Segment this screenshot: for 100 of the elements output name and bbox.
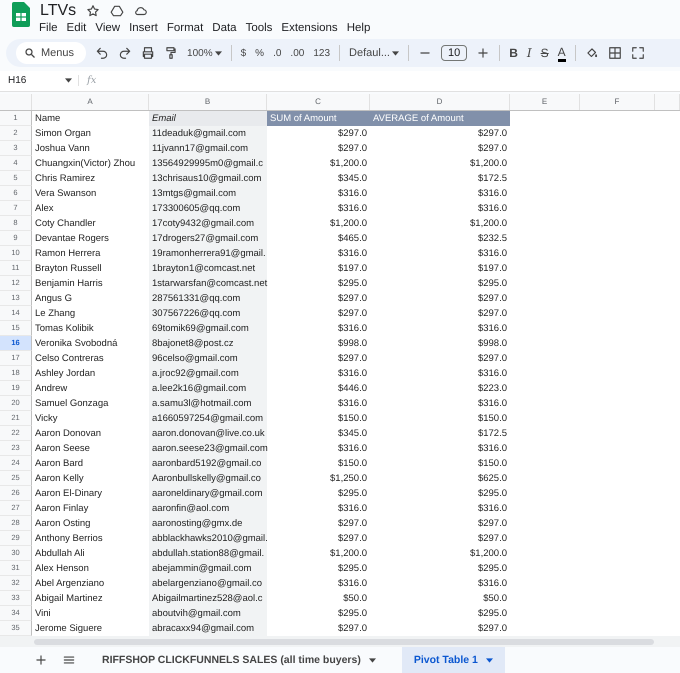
italic-button[interactable]: I — [526, 46, 532, 60]
table-cell-text: Le Zhang — [34, 306, 76, 321]
table-cell-text: $316.0 — [476, 576, 508, 591]
table-cell-text: Vini — [34, 606, 52, 621]
sheet-tab[interactable]: RIFFSHOP CLICKFUNNELS SALES (all time buyers) — [90, 647, 388, 673]
table-cell-text: $316.0 — [336, 246, 368, 261]
table-cell: 69tomik69@gmail.com — [149, 320, 267, 336]
table-cell-text: Angus G — [34, 292, 73, 306]
currency-format-button[interactable]: $ — [240, 48, 246, 59]
table-cell-text: $150.0 — [476, 456, 508, 471]
table-cell-text: $316.0 — [336, 502, 368, 516]
table-cell-text: $316.0 — [476, 186, 508, 201]
table-cell-text: $316.0 — [336, 202, 368, 216]
column-header[interactable]: E — [510, 94, 580, 110]
table-cell-text: Aaron Donovan — [34, 426, 102, 441]
table-cell-text: Aaron Osting — [34, 516, 92, 531]
document-title[interactable]: LTVs — [40, 2, 76, 20]
table-cell-text: $1,250.0 — [329, 472, 368, 486]
table-cell-text: Aaron Kelly — [34, 472, 85, 486]
table-cell-text: Ashley Jordan — [34, 366, 96, 381]
table-cell-text: $295.0 — [476, 562, 508, 576]
table-cell-text: Aaron Bard — [34, 456, 84, 471]
cell-reference[interactable]: H16 — [8, 75, 26, 86]
table-cell-text: Tomas Kolibik — [34, 322, 95, 336]
table-cell-text: $50.0 — [482, 592, 508, 606]
table-cell-text: $1,200.0 — [469, 156, 508, 171]
table-cell-text: $297.0 — [336, 306, 368, 321]
table-cell-text: $1,200.0 — [469, 216, 508, 231]
table-cell-text: $316.0 — [336, 366, 368, 381]
table-cell-text: $316.0 — [476, 396, 508, 411]
table-cell-text: $998.0 — [336, 336, 368, 351]
menu-item[interactable]: Format — [166, 22, 204, 34]
table-cell-text: $316.0 — [336, 396, 368, 411]
zoom-dropdown[interactable]: 100% — [187, 48, 222, 59]
table-cell: 13mtgs@gmail.com — [149, 186, 267, 201]
column-header[interactable]: F — [580, 94, 655, 110]
menu-item[interactable]: Help — [346, 22, 370, 34]
table-cell: 11jvann17@gmail.com — [149, 140, 267, 156]
decrease-decimal-button[interactable]: .0 — [273, 48, 282, 59]
column-header[interactable]: D — [370, 94, 510, 110]
column-header[interactable]: B — [149, 94, 267, 110]
increase-decimal-button[interactable]: .00 — [290, 48, 304, 59]
menu-item[interactable]: View — [95, 22, 120, 34]
table-cell: Aaronbullskelly@gmail.co — [149, 470, 267, 486]
table-cell-text: Andrew — [34, 382, 68, 396]
table-cell-text: $345.0 — [336, 426, 368, 441]
table-cell-text: Abigail Martinez — [34, 592, 104, 606]
menu-item[interactable]: Tools — [246, 22, 272, 34]
number-format-button[interactable]: 123 — [313, 48, 330, 59]
table-cell-text: Celso Contreras — [34, 352, 105, 366]
table-cell-text: Aaron Finlay — [34, 502, 90, 516]
table-cell-text: $297.0 — [476, 142, 508, 156]
table-cell-text: Brayton Russell — [34, 262, 103, 276]
table-cell-text: $297.0 — [336, 292, 368, 306]
sheet-tab[interactable]: Pivot Table 1 — [402, 647, 505, 673]
table-cell-text: $316.0 — [336, 576, 368, 591]
text-color-button[interactable]: A — [558, 44, 566, 62]
header-cell: AVERAGE of Amount — [370, 110, 510, 126]
percent-format-button[interactable]: % — [255, 48, 264, 59]
table-cell-text: Alex — [34, 202, 54, 216]
menu-item[interactable]: Insert — [129, 22, 158, 34]
table-cell-text: $295.0 — [336, 276, 368, 291]
table-cell-text: $1,200.0 — [329, 546, 368, 561]
menu-item[interactable]: Data — [212, 22, 237, 34]
table-cell-text: Samuel Gonzaga — [34, 396, 110, 411]
table-cell-text: Aaron El-Dinary — [34, 486, 104, 501]
font-size-field[interactable]: 10 — [440, 45, 468, 62]
table-cell-text: $197.0 — [336, 262, 368, 276]
menus-search[interactable]: Menus — [16, 42, 86, 64]
table-cell-text: Alex Henson — [34, 562, 90, 576]
table-cell-text: $297.0 — [476, 292, 508, 306]
table-cell: a1660597254@gmail.com — [149, 410, 267, 426]
bold-button[interactable]: B — [509, 46, 518, 60]
menu-item[interactable]: Extensions — [281, 22, 338, 34]
table-cell-text: Joshua Vann — [34, 142, 91, 156]
table-cell: abelargenziano@gmail.co — [149, 576, 267, 591]
font-dropdown[interactable]: Defaul... — [349, 47, 399, 60]
table-cell-text: Coty Chandler — [34, 216, 97, 231]
strikethrough-button[interactable]: S — [540, 46, 549, 60]
header-cell: Email — [149, 110, 267, 126]
header-cell: SUM of Amount — [267, 110, 370, 126]
menu-item[interactable]: Edit — [66, 22, 86, 34]
table-cell: abracaxx94@gmail.com — [149, 620, 267, 636]
column-header[interactable]: C — [267, 94, 370, 110]
table-cell-text: Devantae Rogers — [34, 232, 110, 246]
menu-item[interactable]: File — [39, 22, 58, 34]
table-cell-text: Abdullah Ali — [34, 546, 86, 561]
table-cell: aboutvih@gmail.com — [149, 606, 267, 621]
column-header[interactable]: A — [32, 94, 149, 110]
table-cell-text: $150.0 — [336, 456, 368, 471]
table-cell-text: $50.0 — [342, 592, 368, 606]
table-cell: 1starwarsfan@comcast.net — [149, 276, 267, 291]
table-cell-text: $316.0 — [336, 186, 368, 201]
table-cell: 287561331@qq.com — [149, 290, 267, 306]
table-cell-text: $297.0 — [476, 126, 508, 141]
table-cell-text: $297.0 — [336, 126, 368, 141]
table-cell-text: $297.0 — [476, 352, 508, 366]
table-cell-text: $172.5 — [476, 172, 508, 186]
table-cell: Abigailmartinez528@aol.c — [149, 590, 267, 606]
table-cell-text: $316.0 — [476, 322, 508, 336]
